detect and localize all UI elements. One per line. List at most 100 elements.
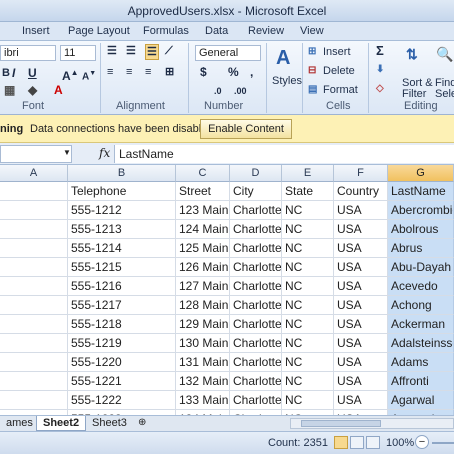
table-cell[interactable] xyxy=(0,220,68,239)
table-cell[interactable]: NC xyxy=(282,372,334,391)
tab-view[interactable]: View xyxy=(300,25,324,37)
table-cell[interactable]: USA xyxy=(334,201,388,220)
column-header-a[interactable]: A xyxy=(0,165,68,182)
fill-color-icon[interactable]: ◆ xyxy=(28,83,37,97)
find-select-label-2[interactable]: Selec xyxy=(435,88,454,100)
page-break-view-button[interactable] xyxy=(366,436,380,449)
header-cell[interactable]: Country xyxy=(334,182,388,201)
table-cell[interactable] xyxy=(0,296,68,315)
increase-decimal-icon[interactable]: .0 xyxy=(214,84,222,98)
currency-button[interactable]: $ xyxy=(200,65,207,79)
table-cell[interactable]: Charlotte xyxy=(230,277,282,296)
horizontal-scrollbar[interactable] xyxy=(290,418,454,429)
table-cell[interactable] xyxy=(0,353,68,372)
table-cell[interactable]: 555-1220 xyxy=(68,353,176,372)
column-header-d[interactable]: D xyxy=(230,165,282,182)
table-cell[interactable]: USA xyxy=(334,220,388,239)
table-cell[interactable]: USA xyxy=(334,391,388,410)
table-cell[interactable]: Charlotte xyxy=(230,391,282,410)
table-cell[interactable]: 126 Main S xyxy=(176,258,230,277)
styles-button[interactable]: Styles xyxy=(272,75,302,87)
table-cell[interactable]: NC xyxy=(282,391,334,410)
table-cell[interactable]: 555-1218 xyxy=(68,315,176,334)
table-cell[interactable] xyxy=(0,277,68,296)
decrease-decimal-icon[interactable]: .00 xyxy=(234,84,247,98)
column-header-g[interactable]: G xyxy=(388,165,454,182)
italic-button[interactable]: I xyxy=(12,66,15,80)
table-cell[interactable]: USA xyxy=(334,372,388,391)
align-bottom-icon[interactable]: ☰ xyxy=(145,44,159,60)
table-cell[interactable]: 555-1219 xyxy=(68,334,176,353)
align-top-icon[interactable]: ☰ xyxy=(107,44,117,58)
table-cell[interactable]: Abolrous xyxy=(388,220,454,239)
table-cell[interactable]: USA xyxy=(334,353,388,372)
table-cell[interactable]: USA xyxy=(334,334,388,353)
autosum-button[interactable]: Σ xyxy=(376,44,384,58)
table-cell[interactable] xyxy=(0,239,68,258)
table-cell[interactable]: 555-1222 xyxy=(68,391,176,410)
shrink-font-icon[interactable]: A▼ xyxy=(82,67,96,84)
table-cell[interactable]: 129 Main S xyxy=(176,315,230,334)
formula-input[interactable]: LastName xyxy=(114,145,454,163)
header-cell[interactable]: LastName xyxy=(388,182,454,201)
sort-filter-label-2[interactable]: Filter xyxy=(402,88,426,100)
table-cell[interactable] xyxy=(0,391,68,410)
fill-icon[interactable]: ⬇ xyxy=(376,63,384,77)
scrollbar-thumb[interactable] xyxy=(301,420,381,427)
table-cell[interactable]: Acevedo xyxy=(388,277,454,296)
comma-button[interactable]: , xyxy=(250,65,253,79)
table-cell[interactable] xyxy=(0,334,68,353)
align-center-icon[interactable]: ≡ xyxy=(126,65,132,79)
table-cell[interactable]: USA xyxy=(334,315,388,334)
insert-cells-button[interactable]: Insert xyxy=(323,46,351,58)
tab-formulas[interactable]: Formulas xyxy=(143,25,189,37)
table-cell[interactable]: 123 Main S xyxy=(176,201,230,220)
zoom-slider[interactable] xyxy=(432,442,454,444)
enable-content-button[interactable]: Enable Content xyxy=(200,119,292,139)
styles-icon[interactable]: A xyxy=(276,47,290,69)
table-cell[interactable]: 555-1216 xyxy=(68,277,176,296)
page-layout-view-button[interactable] xyxy=(350,436,364,449)
font-name-box[interactable]: ibri xyxy=(0,45,56,61)
table-cell[interactable]: USA xyxy=(334,239,388,258)
table-cell[interactable]: 555-1217 xyxy=(68,296,176,315)
table-cell[interactable]: NC xyxy=(282,353,334,372)
tab-page-layout[interactable]: Page Layout xyxy=(68,25,130,37)
table-cell[interactable]: Charlotte xyxy=(230,296,282,315)
font-color-icon[interactable]: A xyxy=(54,83,63,97)
format-cells-button[interactable]: Format xyxy=(323,84,358,96)
merge-center-icon[interactable]: ⊞ xyxy=(165,65,174,79)
table-cell[interactable]: Agarwal xyxy=(388,391,454,410)
sheet-tab[interactable]: Sheet3 xyxy=(86,416,133,431)
insert-sheet-icon[interactable]: ⊕ xyxy=(132,416,152,431)
tab-insert[interactable]: Insert xyxy=(22,25,50,37)
header-cell[interactable] xyxy=(0,182,68,201)
column-header-e[interactable]: E xyxy=(282,165,334,182)
column-header-b[interactable]: B xyxy=(68,165,176,182)
table-cell[interactable]: Abercrombie xyxy=(388,201,454,220)
table-cell[interactable]: USA xyxy=(334,296,388,315)
delete-cells-button[interactable]: Delete xyxy=(323,65,355,77)
table-cell[interactable] xyxy=(0,258,68,277)
table-cell[interactable]: Adalsteinsso xyxy=(388,334,454,353)
table-cell[interactable]: USA xyxy=(334,277,388,296)
percent-button[interactable]: % xyxy=(228,65,239,79)
table-cell[interactable]: NC xyxy=(282,277,334,296)
name-box-dropdown-icon[interactable]: ▼ xyxy=(63,148,71,157)
table-cell[interactable]: 130 Main S xyxy=(176,334,230,353)
bold-button[interactable]: B xyxy=(2,66,10,80)
font-size-box[interactable]: 11 xyxy=(60,45,96,61)
header-cell[interactable]: State xyxy=(282,182,334,201)
table-cell[interactable]: Charlotte xyxy=(230,220,282,239)
table-cell[interactable]: Abu-Dayah xyxy=(388,258,454,277)
underline-button[interactable]: U xyxy=(28,66,37,80)
column-header-f[interactable]: F xyxy=(334,165,388,182)
table-cell[interactable]: 132 Main S xyxy=(176,372,230,391)
table-cell[interactable]: NC xyxy=(282,201,334,220)
borders-icon[interactable]: ▦ xyxy=(4,83,15,97)
align-middle-icon[interactable]: ☰ xyxy=(126,44,136,58)
grow-font-icon[interactable]: A▲ xyxy=(62,66,79,83)
table-cell[interactable]: Ackerman xyxy=(388,315,454,334)
table-cell[interactable]: 555-1212 xyxy=(68,201,176,220)
table-cell[interactable] xyxy=(0,315,68,334)
